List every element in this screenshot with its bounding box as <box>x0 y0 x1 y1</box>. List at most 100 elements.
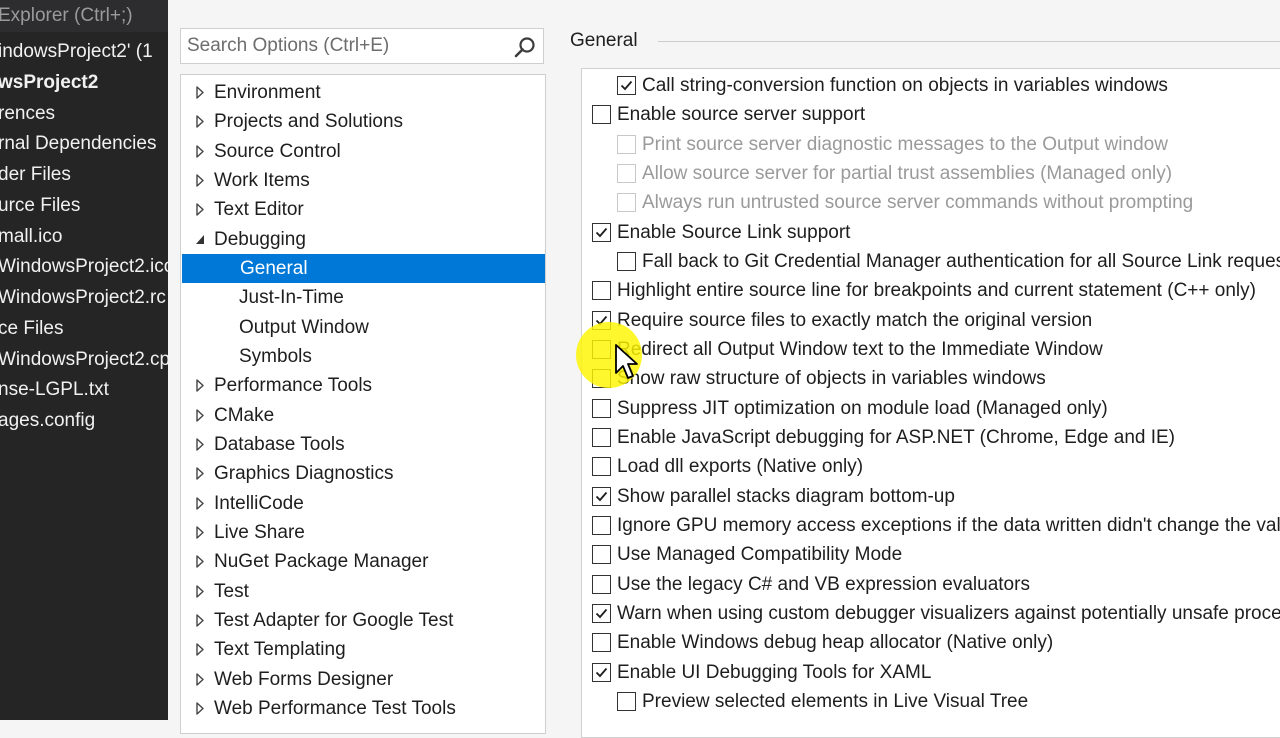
tree-item-label: Text Templating <box>214 639 346 661</box>
collapsed-arrow-icon[interactable] <box>193 577 207 606</box>
checkbox-unchecked[interactable] <box>592 427 611 447</box>
tree-item-symbols[interactable]: Symbols <box>181 342 545 371</box>
explorer-item[interactable]: rences <box>0 102 55 126</box>
explorer-item[interactable]: ce Files <box>0 317 63 341</box>
collapsed-arrow-icon[interactable] <box>193 137 207 166</box>
collapsed-arrow-icon[interactable] <box>193 430 207 459</box>
tree-item-performance-tools[interactable]: Performance Tools <box>181 371 545 400</box>
explorer-item[interactable]: ages.config <box>0 409 95 433</box>
option-label: Warn when using custom debugger visualiz… <box>617 602 1280 624</box>
option-label: Enable JavaScript debugging for ASP.NET … <box>617 426 1176 448</box>
checkbox-unchecked[interactable] <box>592 515 611 535</box>
collapsed-arrow-icon[interactable] <box>193 606 207 635</box>
option-label: Load dll exports (Native only) <box>617 456 864 478</box>
collapsed-arrow-icon[interactable] <box>193 459 207 488</box>
tree-item-label: Debugging <box>214 228 306 250</box>
tree-item-nuget-package-manager[interactable]: NuGet Package Manager <box>181 547 545 576</box>
checkbox-checked[interactable] <box>592 486 611 506</box>
checkbox-checked[interactable] <box>592 603 611 623</box>
tree-item-web-forms-designer[interactable]: Web Forms Designer <box>181 665 545 694</box>
tree-item-label: Database Tools <box>214 433 345 455</box>
explorer-item[interactable]: WindowsProject2.ico <box>0 255 168 279</box>
explorer-item[interactable]: der Files <box>0 163 71 187</box>
tree-item-label: NuGet Package Manager <box>214 551 429 573</box>
tree-item-web-performance-test-tools[interactable]: Web Performance Test Tools <box>181 694 545 723</box>
solution-explorer-search-label: Explorer (Ctrl+;) <box>0 5 133 26</box>
checkbox-unchecked[interactable] <box>592 281 611 301</box>
explorer-item[interactable]: WindowsProject2.rc <box>0 286 166 310</box>
tree-item-cmake[interactable]: CMake <box>181 401 545 430</box>
checkbox-unchecked <box>617 134 636 154</box>
collapsed-arrow-icon[interactable] <box>193 195 207 224</box>
tree-item-label: Test <box>214 580 249 602</box>
solution-explorer-panel: Explorer (Ctrl+;) indowsProject2' (1 wsPr… <box>0 0 168 720</box>
checkbox-unchecked[interactable] <box>592 105 611 125</box>
tree-item-intellicode[interactable]: IntelliCode <box>181 489 545 518</box>
tree-item-just-in-time[interactable]: Just-In-Time <box>181 283 545 312</box>
explorer-item[interactable]: WindowsProject2.cpp <box>0 348 168 372</box>
search-icon[interactable] <box>513 35 537 59</box>
checkbox-unchecked[interactable] <box>617 691 636 711</box>
option-label: Show parallel stacks diagram bottom-up <box>617 485 955 507</box>
tree-item-text-editor[interactable]: Text Editor <box>181 195 545 224</box>
option-label: Redirect all Output Window text to the I… <box>617 338 1103 360</box>
tree-item-output-window[interactable]: Output Window <box>181 313 545 342</box>
checkbox-checked[interactable] <box>592 222 611 242</box>
tree-item-label: CMake <box>214 404 275 426</box>
tree-item-label: Graphics Diagnostics <box>214 463 394 485</box>
tree-item-test-adapter-for-google-test[interactable]: Test Adapter for Google Test <box>181 606 545 635</box>
collapsed-arrow-icon[interactable] <box>193 401 207 430</box>
collapsed-arrow-icon[interactable] <box>193 371 207 400</box>
checkbox-unchecked[interactable] <box>592 457 611 477</box>
tree-item-test[interactable]: Test <box>181 577 545 606</box>
tree-item-label: Web Performance Test Tools <box>214 697 456 719</box>
tree-item-label: Projects and Solutions <box>214 111 404 133</box>
collapsed-arrow-icon[interactable] <box>193 635 207 664</box>
tree-item-work-items[interactable]: Work Items <box>181 166 545 195</box>
collapsed-arrow-icon[interactable] <box>193 78 207 107</box>
explorer-item[interactable]: rnal Dependencies <box>0 132 156 156</box>
option-label: Use the legacy C# and VB expression eval… <box>617 573 1030 595</box>
checkbox-checked[interactable] <box>592 662 611 682</box>
tree-item-debugging[interactable]: Debugging <box>181 225 545 254</box>
collapsed-arrow-icon[interactable] <box>193 547 207 576</box>
checkbox-unchecked[interactable] <box>592 574 611 594</box>
checkbox-checked[interactable] <box>617 76 636 95</box>
collapsed-arrow-icon[interactable] <box>193 166 207 195</box>
collapsed-arrow-icon[interactable] <box>193 665 207 694</box>
solution-explorer-search[interactable]: Explorer (Ctrl+;) <box>0 0 168 32</box>
tree-item-source-control[interactable]: Source Control <box>181 137 545 166</box>
tree-item-text-templating[interactable]: Text Templating <box>181 635 545 664</box>
search-input[interactable] <box>187 33 507 59</box>
tree-item-label: Source Control <box>214 140 341 162</box>
checkbox-unchecked[interactable] <box>592 633 611 653</box>
explorer-item[interactable]: indowsProject2' (1 <box>0 40 153 64</box>
tree-item-general[interactable]: General <box>182 253 545 283</box>
collapsed-arrow-icon[interactable] <box>193 518 207 547</box>
tree-item-environment[interactable]: Environment <box>181 78 545 107</box>
tree-item-label: Work Items <box>214 169 310 191</box>
option-label: Ignore GPU memory access exceptions if t… <box>617 514 1280 536</box>
page-title: General <box>570 30 638 51</box>
tree-item-graphics-diagnostics[interactable]: Graphics Diagnostics <box>181 459 545 488</box>
tree-item-label: Output Window <box>239 316 369 338</box>
collapsed-arrow-icon[interactable] <box>193 107 207 136</box>
tree-item-label: Just-In-Time <box>239 287 344 309</box>
checkbox-unchecked[interactable] <box>592 398 611 418</box>
search-box[interactable] <box>180 28 544 64</box>
explorer-item[interactable]: mall.ico <box>0 225 62 249</box>
tree-item-label: Text Editor <box>214 199 304 221</box>
tree-item-database-tools[interactable]: Database Tools <box>181 430 545 459</box>
option-label: Enable source server support <box>617 104 866 126</box>
checkbox-unchecked[interactable] <box>592 545 611 565</box>
explorer-item[interactable]: wsProject2 <box>0 71 98 95</box>
tree-item-projects-and-solutions[interactable]: Projects and Solutions <box>181 107 545 136</box>
tree-item-live-share[interactable]: Live Share <box>181 518 545 547</box>
collapsed-arrow-icon[interactable] <box>193 694 207 723</box>
explorer-item[interactable]: nse-LGPL.txt <box>0 378 109 402</box>
tree-item-label: Environment <box>214 82 321 103</box>
explorer-item[interactable]: urce Files <box>0 194 80 218</box>
collapsed-arrow-icon[interactable] <box>193 489 207 518</box>
checkbox-unchecked[interactable] <box>617 251 636 271</box>
expanded-arrow-icon[interactable] <box>193 225 207 254</box>
